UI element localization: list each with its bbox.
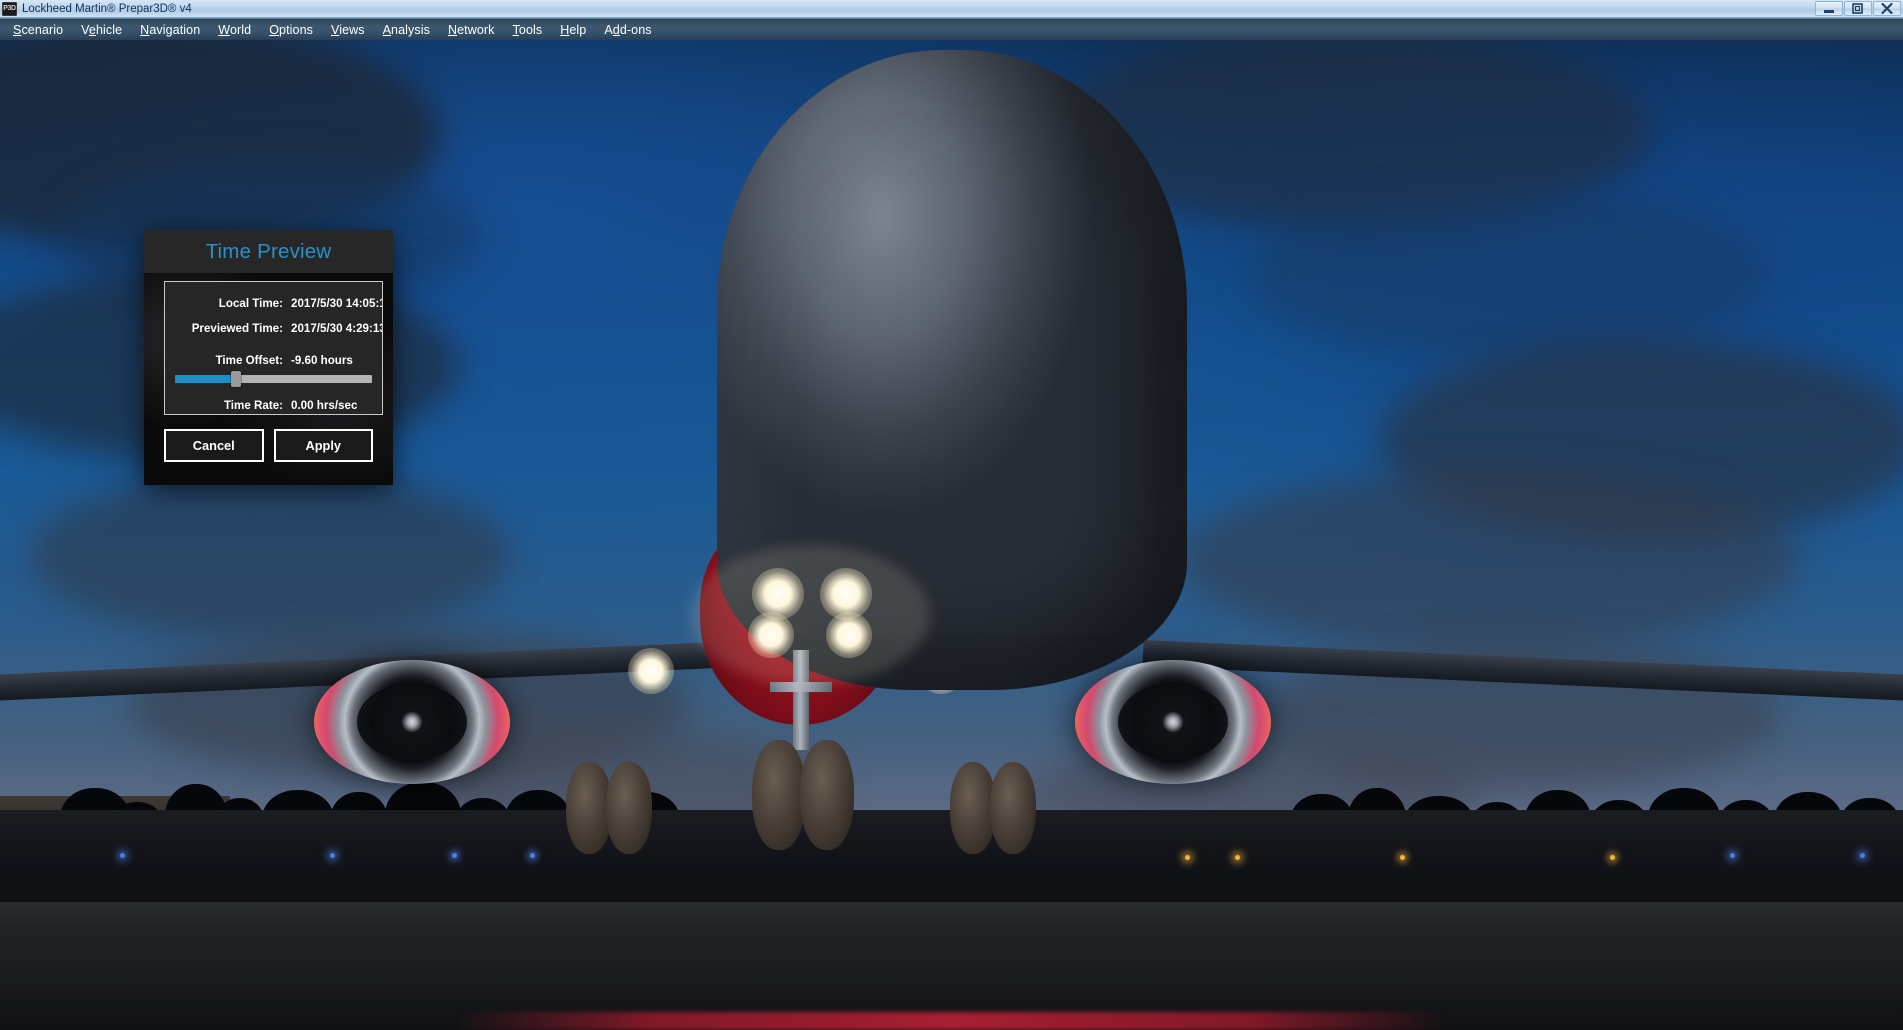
main-tire-left-2	[606, 762, 652, 854]
dialog-button-row: Cancel Apply	[164, 429, 383, 462]
menu-label-help: elp	[569, 22, 587, 37]
previewed-time-label: Previewed Time:	[191, 322, 283, 335]
minimize-button[interactable]	[1815, 1, 1843, 16]
close-button[interactable]	[1873, 1, 1901, 16]
apply-button[interactable]: Apply	[273, 429, 373, 462]
menu-label-scenario: cenario	[21, 22, 64, 37]
menu-label-views: iews	[339, 22, 365, 37]
minimize-icon	[1824, 9, 1834, 13]
runway-surface	[0, 902, 1903, 1030]
menu-item-navigation[interactable]: Navigation	[131, 21, 209, 39]
cloud	[1180, 470, 1800, 650]
local-time-label: Local Time:	[218, 297, 283, 310]
taxiway-light-amber	[1235, 855, 1240, 860]
taxiway-light-amber	[1400, 855, 1405, 860]
previewed-time-row: Previewed Time: 2017/5/30 4:29:13 2017/5	[165, 322, 382, 335]
simulator-viewport[interactable]	[0, 40, 1903, 1030]
local-time-value: 2017/5/30 14:05:14	[291, 297, 382, 310]
menu-item-options[interactable]: Options	[260, 21, 322, 39]
engine-fan-right	[1118, 683, 1228, 761]
window-titlebar: P3D Lockheed Martin® Prepar3D® v4	[0, 0, 1903, 18]
time-offset-slider[interactable]	[175, 371, 372, 387]
menu-item-analysis[interactable]: Analysis	[374, 21, 439, 39]
cloud	[1250, 190, 1770, 360]
main-tire-right-2	[990, 762, 1036, 854]
menu-item-help[interactable]: Help	[551, 21, 595, 39]
cloud	[30, 470, 510, 640]
menu-item-network[interactable]: Network	[439, 21, 504, 39]
taxiway-light-blue	[452, 853, 457, 858]
dialog-title: Time Preview	[144, 230, 393, 273]
taxiway-light-blue	[1730, 853, 1735, 858]
close-icon	[1881, 3, 1893, 14]
wing-landing-light-left	[628, 648, 674, 694]
time-preview-dialog[interactable]: Time Preview Local Time: 2017/5/30 14:05…	[144, 230, 393, 485]
time-settings-panel: Local Time: 2017/5/30 14:05:14 2017/5 Pr…	[164, 281, 383, 415]
menu-item-world[interactable]: World	[209, 21, 260, 39]
menu-label-navigation: avigation	[149, 22, 201, 37]
dialog-body: Local Time: 2017/5/30 14:05:14 2017/5 Pr…	[144, 273, 393, 485]
time-offset-row: Time Offset: -9.60 hours	[165, 354, 382, 367]
menu-label-addons: d-ons	[619, 22, 652, 37]
taxiway-light-amber	[1610, 855, 1615, 860]
menu-item-tools[interactable]: Tools	[504, 21, 552, 39]
taxiway-light-blue	[120, 853, 125, 858]
time-offset-value: -9.60 hours	[291, 354, 353, 367]
menu-label-vehicle: hicle	[95, 22, 123, 37]
cancel-button[interactable]: Cancel	[164, 429, 264, 462]
menu-item-vehicle[interactable]: Vehicle	[72, 21, 131, 39]
engine-nacelle-left	[314, 660, 510, 784]
menu-item-addons[interactable]: Add-ons	[595, 21, 660, 39]
time-offset-slider-knob[interactable]	[231, 371, 242, 387]
light-glow	[690, 545, 930, 685]
taxiway-light-blue	[530, 853, 535, 858]
menu-item-scenario[interactable]: Scenario	[4, 21, 72, 39]
taxiway-light-blue	[330, 853, 335, 858]
engine-nacelle-right	[1075, 660, 1271, 784]
engine-fan-left	[357, 683, 467, 761]
taxiway-light-amber	[1185, 855, 1190, 860]
time-rate-value: 0.00 hrs/sec	[291, 399, 358, 412]
app-icon: P3D	[2, 1, 17, 16]
restore-icon	[1852, 3, 1863, 14]
menubar: Scenario Vehicle Navigation World Option…	[0, 18, 1903, 40]
time-offset-slider-fill	[175, 375, 237, 383]
previewed-time-value: 2017/5/30 4:29:13	[291, 322, 382, 335]
menu-label-tools: ools	[518, 22, 543, 37]
taxiway-light-blue	[1860, 853, 1865, 858]
restore-button[interactable]	[1844, 1, 1872, 16]
nose-tire-right	[800, 740, 854, 850]
menu-label-analysis: nalysis	[391, 22, 430, 37]
menu-item-views[interactable]: Views	[322, 21, 374, 39]
window-title: Lockheed Martin® Prepar3D® v4	[22, 2, 192, 15]
time-rate-label: Time Rate:	[223, 399, 283, 412]
menu-label-network: etwork	[457, 22, 495, 37]
time-rate-row: Time Rate: 0.00 hrs/sec	[165, 399, 382, 412]
menu-label-options: ptions	[279, 22, 313, 37]
local-time-row: Local Time: 2017/5/30 14:05:14 2017/5	[165, 297, 382, 310]
time-offset-label: Time Offset:	[215, 354, 283, 367]
nose-tire-left	[752, 740, 806, 850]
runway-marking	[456, 1012, 1447, 1030]
menu-label-world: orld	[229, 22, 252, 37]
window-controls	[1815, 1, 1901, 16]
